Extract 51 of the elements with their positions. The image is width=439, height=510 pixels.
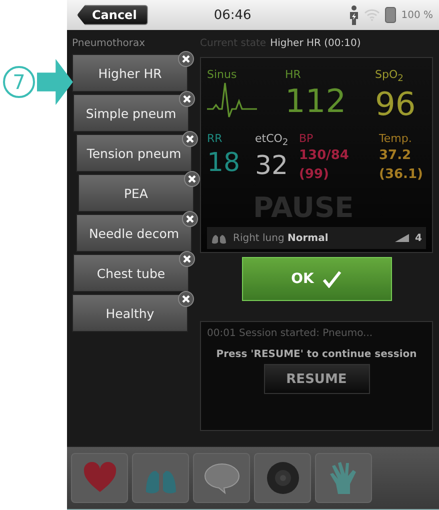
close-icon[interactable]: [182, 211, 198, 227]
callout-arrow: [37, 59, 73, 105]
vital-label: BP: [299, 132, 314, 145]
resume-button[interactable]: RESUME: [264, 364, 370, 394]
signal-icon: [395, 234, 410, 242]
vital-label: SpO$_{2}$: [375, 68, 404, 84]
cancel-button[interactable]: Cancel: [77, 5, 148, 25]
close-icon[interactable]: [178, 291, 194, 307]
close-icon[interactable]: [179, 91, 195, 107]
vital-label: RR: [207, 132, 224, 145]
vital-value: 130/84: [299, 147, 350, 164]
speech-bubble-icon: [204, 462, 240, 494]
state-button[interactable]: Higher HR: [72, 54, 188, 92]
vital-value: 18: [207, 147, 242, 179]
state-button[interactable]: Chest tube: [73, 254, 189, 292]
current-state-value: Higher HR (00:10): [270, 38, 361, 49]
speaker-icon: [266, 461, 300, 495]
vital-value: 96: [375, 84, 416, 124]
clock-time: 06:46: [214, 8, 252, 22]
close-icon[interactable]: [178, 51, 194, 67]
lung-count: 4: [415, 232, 422, 244]
vital-subvalue: (99): [299, 166, 330, 183]
battery-icon: [385, 7, 396, 23]
log-entry: 00:01 Session started: Pneumo...: [207, 328, 373, 339]
state-button[interactable]: Tension pneum: [76, 134, 192, 172]
vital-value: 32: [255, 150, 290, 182]
vital-value: 112: [285, 81, 348, 121]
state-button[interactable]: Needle decom: [76, 214, 192, 252]
step-number: 7: [3, 66, 35, 98]
vital-label: Temp.: [379, 132, 413, 145]
heart-icon: [82, 462, 116, 494]
scenario-title: Pneumothorax: [72, 38, 146, 49]
ok-button[interactable]: OK: [242, 257, 392, 301]
rhythm-label: Sinus: [207, 68, 238, 81]
state-button[interactable]: PEA: [78, 174, 194, 212]
lung-status: Right lung Normal: [233, 232, 330, 244]
toolbar-button[interactable]: [254, 453, 311, 503]
resume-message: Press 'RESUME' to continue session: [216, 349, 417, 360]
close-icon[interactable]: [184, 171, 200, 187]
close-icon[interactable]: [179, 251, 195, 267]
battery-percent: 100 %: [401, 10, 433, 20]
state-button[interactable]: Healthy: [72, 294, 188, 332]
vital-label: HR: [285, 68, 302, 81]
wifi-icon: [364, 9, 380, 21]
state-button[interactable]: Simple pneum: [73, 94, 189, 132]
person-icon: [349, 5, 360, 25]
vital-value: 37.2: [379, 147, 412, 164]
vital-subvalue: (36.1): [379, 166, 423, 183]
checkmark-icon: [322, 270, 342, 288]
close-icon[interactable]: [182, 131, 198, 147]
vital-label: etCO$_{2}$: [255, 132, 290, 148]
